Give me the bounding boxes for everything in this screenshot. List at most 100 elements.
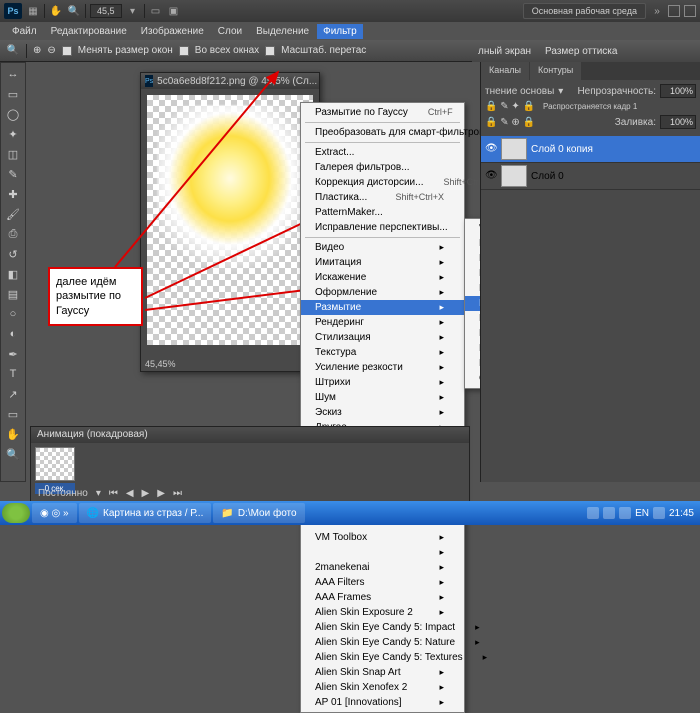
zoom-tool-icon[interactable]: 🔍	[67, 4, 81, 18]
filter-last[interactable]: Размытие по ГауссуCtrl+F	[301, 105, 464, 120]
filter-category[interactable]: Искажение	[301, 270, 464, 285]
filter-item[interactable]: Extract...	[301, 145, 464, 160]
filter-category[interactable]: Стилизация	[301, 330, 464, 345]
heal-tool[interactable]: ✚	[3, 185, 23, 203]
dropdown-icon[interactable]: ▾	[126, 4, 140, 18]
layer-thumb[interactable]	[501, 165, 527, 187]
move-tool[interactable]: ↔	[3, 65, 23, 83]
filter-plugin[interactable]: Alien Skin Eye Candy 5: Impact	[301, 620, 464, 635]
document-window[interactable]: Ps 5c0a6e8d8f212.png @ 45,5% (Сл... 45,4…	[140, 72, 320, 372]
hand-tool[interactable]: ✋	[3, 425, 23, 443]
shape-tool[interactable]: ▭	[3, 405, 23, 423]
arrange-icon[interactable]: ▭	[149, 4, 163, 18]
doc-zoom[interactable]: 45,45%	[145, 359, 176, 369]
filter-category[interactable]: Эскиз	[301, 405, 464, 420]
opt-fullscreen[interactable]: лный экран	[478, 46, 531, 57]
filter-plugin[interactable]: Alien Skin Exposure 2	[301, 605, 464, 620]
first-frame-button[interactable]: ⏮	[106, 488, 121, 499]
pen-tool[interactable]: ✒	[3, 345, 23, 363]
scrubby-checkbox[interactable]	[265, 46, 275, 56]
filter-plugin[interactable]: VM Toolbox	[301, 530, 464, 545]
loop-label[interactable]: Постоянно	[35, 488, 91, 499]
filter-smart[interactable]: Преобразовать для смарт-фильтров	[301, 125, 464, 140]
all-windows-checkbox[interactable]	[179, 46, 189, 56]
filter-category[interactable]: Оформление	[301, 285, 464, 300]
filter-plugin[interactable]: 2manekenai	[301, 560, 464, 575]
frame-thumb[interactable]	[35, 447, 75, 481]
wand-tool[interactable]: ✦	[3, 125, 23, 143]
brush-tool[interactable]: 🖌	[3, 205, 23, 223]
layer-name[interactable]: Слой 0	[531, 171, 564, 182]
lang-indicator[interactable]: EN	[635, 508, 649, 519]
menu-layer[interactable]: Слои	[212, 24, 248, 39]
blur-tool[interactable]: ○	[3, 305, 23, 323]
tab-paths[interactable]: Контуры	[530, 62, 581, 80]
zoom-icon[interactable]: 🔍	[6, 44, 20, 58]
filter-plugin[interactable]: Alien Skin Eye Candy 5: Nature	[301, 635, 464, 650]
filter-item[interactable]: Пластика...Shift+Ctrl+X	[301, 190, 464, 205]
eyedropper-tool[interactable]: ✎	[3, 165, 23, 183]
task-item[interactable]: 🌐Картина из страз / Р...	[79, 503, 212, 523]
menu-select[interactable]: Выделение	[250, 24, 315, 39]
filter-category[interactable]: Штрихи	[301, 375, 464, 390]
layer-row[interactable]: 👁 Слой 0	[481, 163, 700, 190]
zoom-in-icon[interactable]: ⊕	[33, 45, 41, 56]
stamp-tool[interactable]: ⎙	[3, 225, 23, 243]
screen-mode-icon[interactable]: ▣	[167, 4, 181, 18]
lock-icons[interactable]: 🔒 ✎ ✦ 🔒	[485, 101, 535, 112]
layer-row[interactable]: 👁 Слой 0 копия	[481, 136, 700, 163]
prev-frame-button[interactable]: ◀	[123, 488, 137, 499]
gradient-tool[interactable]: ▤	[3, 285, 23, 303]
lock-icons2[interactable]: 🔒 ✎ ⊕ 🔒	[485, 117, 535, 128]
filter-category[interactable]: Имитация	[301, 255, 464, 270]
menu-file[interactable]: Файл	[6, 24, 43, 39]
start-button[interactable]	[2, 503, 30, 523]
history-brush-tool[interactable]: ↺	[3, 245, 23, 263]
zoom-tool2[interactable]: 🔍	[3, 445, 23, 463]
eraser-tool[interactable]: ◧	[3, 265, 23, 283]
tray-icon[interactable]	[653, 507, 665, 519]
workspace-switcher[interactable]: Основная рабочая среда	[523, 3, 646, 19]
filter-item[interactable]: Исправление перспективы...Alt+Ctrl+V	[301, 220, 464, 235]
filter-category[interactable]: Размытие	[301, 300, 464, 315]
canvas[interactable]	[147, 95, 313, 345]
filter-category[interactable]: Рендеринг	[301, 315, 464, 330]
clock[interactable]: 21:45	[669, 508, 694, 519]
tray-icon[interactable]	[619, 507, 631, 519]
filter-plugin[interactable]: Alien Skin Xenofex 2	[301, 680, 464, 695]
layer-name[interactable]: Слой 0 копия	[531, 144, 593, 155]
tab-channels[interactable]: Каналы	[481, 62, 529, 80]
filter-item[interactable]: Галерея фильтров...	[301, 160, 464, 175]
next-frame-button[interactable]: ▶	[154, 488, 168, 499]
animation-frame[interactable]: 0 сек.	[35, 447, 75, 494]
fill-input[interactable]	[660, 115, 696, 129]
document-titlebar[interactable]: Ps 5c0a6e8d8f212.png @ 45,5% (Сл...	[141, 73, 319, 89]
expand-icon[interactable]: »	[650, 4, 664, 18]
menu-edit[interactable]: Редактирование	[45, 24, 133, 39]
opacity-input[interactable]	[660, 84, 696, 98]
bridge-icon[interactable]: ▦	[26, 4, 40, 18]
path-tool[interactable]: ↗	[3, 385, 23, 403]
visibility-icon[interactable]: 👁	[485, 170, 497, 182]
resize-windows-checkbox[interactable]	[62, 46, 72, 56]
filter-item[interactable]: Коррекция дисторсии...Shift+Ctrl+R	[301, 175, 464, 190]
maximize-button[interactable]	[684, 5, 696, 17]
filter-category[interactable]: Текстура	[301, 345, 464, 360]
task-item[interactable]: 📁D:\Мои фото	[213, 503, 304, 523]
tray-icon[interactable]	[603, 507, 615, 519]
quicklaunch[interactable]: ◉ ◎ »	[32, 503, 77, 523]
blend-mode[interactable]: тнение основы	[485, 86, 554, 97]
minimize-button[interactable]	[668, 5, 680, 17]
tray-icon[interactable]	[587, 507, 599, 519]
filter-plugin[interactable]: Alien Skin Eye Candy 5: Textures	[301, 650, 464, 665]
hand-tool-icon[interactable]: ✋	[49, 4, 63, 18]
lasso-tool[interactable]: ◯	[3, 105, 23, 123]
menu-filter[interactable]: Фильтр	[317, 24, 363, 39]
marquee-tool[interactable]: ▭	[3, 85, 23, 103]
dodge-tool[interactable]: ◐	[3, 325, 23, 343]
filter-plugin[interactable]: AP 01 [Innovations]	[301, 695, 464, 710]
opt-print-size[interactable]: Размер оттиска	[545, 46, 617, 57]
visibility-icon[interactable]: 👁	[485, 143, 497, 155]
system-tray[interactable]: EN 21:45	[587, 507, 698, 519]
last-frame-button[interactable]: ⏭	[170, 488, 185, 499]
